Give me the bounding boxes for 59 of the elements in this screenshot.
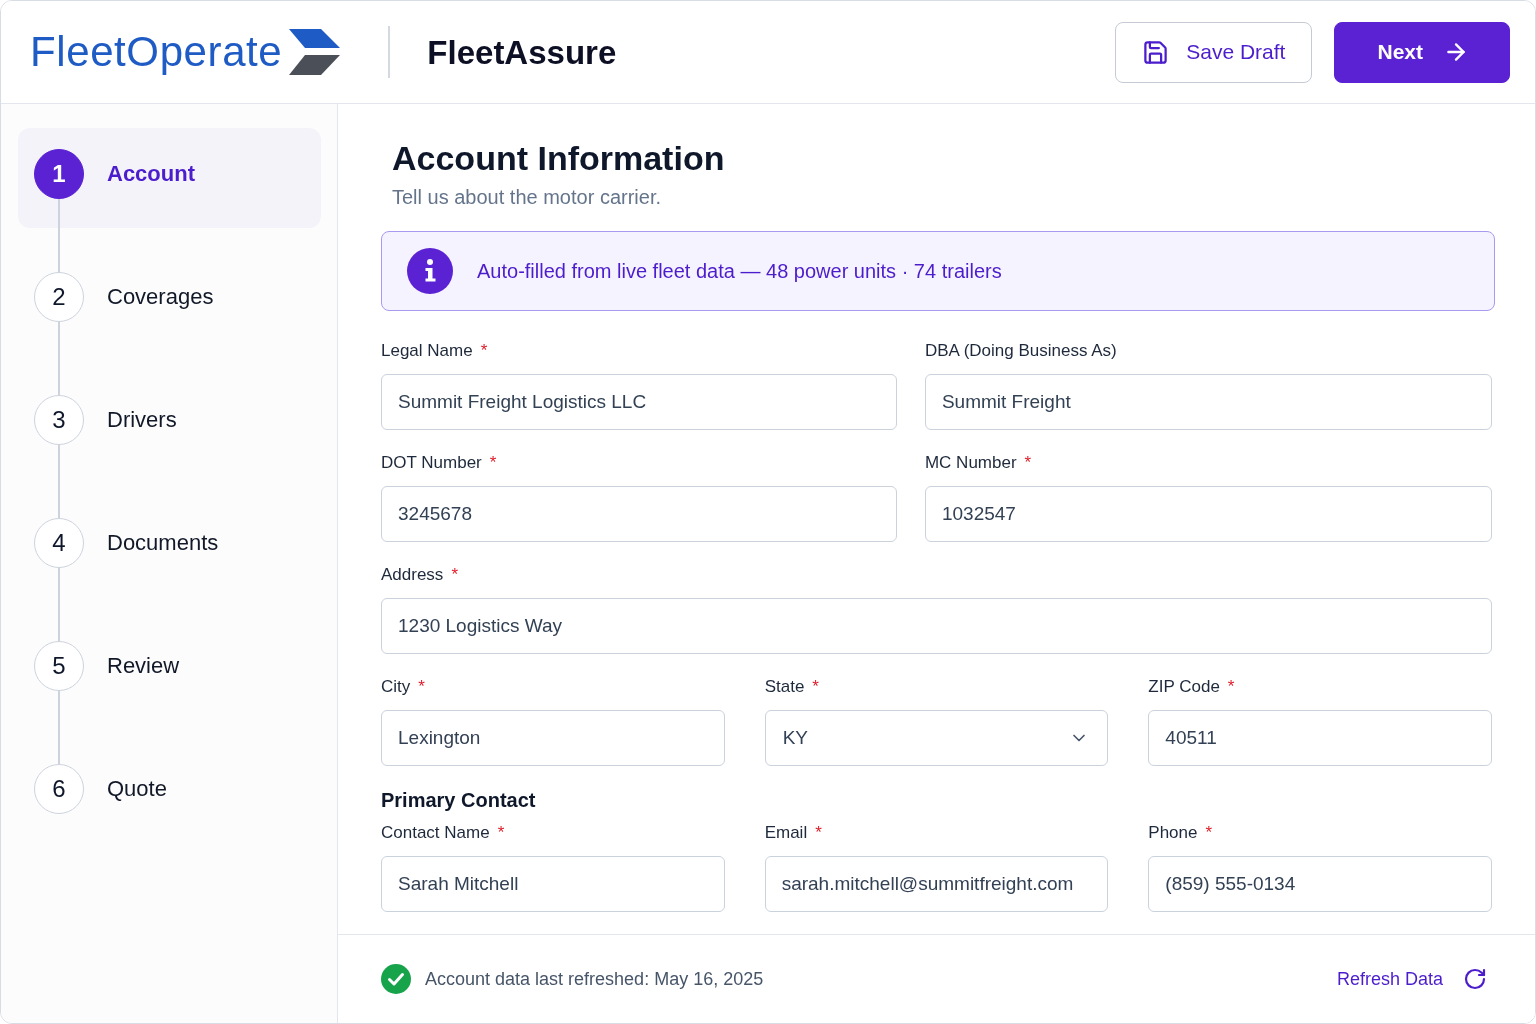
page-subtitle: Tell us about the motor carrier. — [392, 185, 661, 210]
field-label: City — [381, 677, 411, 697]
refresh-icon — [1463, 967, 1487, 991]
required-mark: * — [497, 823, 505, 843]
field-label: ZIP Code — [1148, 677, 1220, 697]
refresh-data-button[interactable]: Refresh Data — [1336, 967, 1487, 991]
text-field[interactable]: Summit Freight Logistics LLC — [381, 374, 897, 430]
required-mark: * — [1205, 823, 1213, 843]
text-field[interactable]: 3245678 — [381, 486, 897, 542]
step-item[interactable]: 1 Account — [18, 128, 321, 228]
required-mark: * — [418, 677, 425, 697]
logo-text: FleetOperate — [30, 31, 283, 73]
text-field[interactable]: 1032547 — [924, 486, 1492, 542]
text-field[interactable]: Sarah Mitchell — [381, 856, 725, 912]
text-field[interactable]: (859) 555-0134 — [1148, 856, 1492, 912]
field-label: Email — [764, 823, 808, 843]
required-mark: * — [812, 677, 819, 697]
step-item[interactable]: 6 Quote — [18, 743, 321, 843]
check-circle-icon — [381, 964, 411, 994]
save-icon — [1142, 38, 1170, 66]
step-number: 1 — [34, 149, 84, 199]
status-text: Account data last refreshed: May 16, 2025 — [425, 968, 764, 990]
field-label: Contact Name — [381, 823, 490, 843]
required-mark: * — [451, 565, 458, 585]
step-number: 5 — [34, 641, 84, 691]
step-number: 4 — [34, 518, 84, 568]
required-mark: * — [1227, 677, 1235, 697]
select-field[interactable]: KY — [764, 710, 1109, 766]
text-field[interactable]: 40511 — [1148, 710, 1492, 766]
text-field[interactable]: Lexington — [381, 710, 725, 766]
step-item[interactable]: 3 Drivers — [18, 374, 321, 474]
field-label: State — [764, 677, 805, 697]
field-label: Legal Name — [381, 341, 473, 361]
text-field[interactable]: sarah.mitchell@summitfreight.com — [764, 856, 1109, 912]
banner-text: Auto-filled from live fleet data — 48 power units · 74 trailers — [477, 259, 1002, 283]
text-field[interactable]: 1230 Logistics Way — [381, 598, 1492, 654]
required-mark: * — [489, 453, 497, 473]
required-mark: * — [815, 823, 822, 843]
step-number: 2 — [34, 272, 84, 322]
field-label: Address — [381, 565, 444, 585]
text-field[interactable]: Summit Freight — [924, 374, 1492, 430]
field-label: MC Number — [924, 453, 1017, 473]
required-mark: * — [480, 341, 488, 361]
section-heading: Primary Contact — [381, 788, 536, 812]
step-item[interactable]: 4 Documents — [18, 497, 321, 597]
next-button[interactable]: Next — [1334, 21, 1510, 83]
step-item[interactable]: 5 Review — [18, 620, 321, 720]
field-label: DBA (Doing Business As) — [924, 341, 1117, 361]
page-title: Account Information — [392, 138, 725, 179]
step-number: 3 — [34, 395, 84, 445]
field-label: DOT Number — [381, 453, 482, 473]
required-mark: * — [1024, 453, 1032, 473]
step-number: 6 — [34, 764, 84, 814]
field-label: Phone — [1148, 823, 1198, 843]
save-draft-button[interactable]: Save Draft — [1115, 21, 1313, 83]
info-icon — [407, 248, 453, 294]
step-item[interactable]: 2 Coverages — [18, 251, 321, 351]
chevron-logo-icon — [288, 29, 341, 75]
product-name: FleetAssure — [427, 35, 617, 69]
